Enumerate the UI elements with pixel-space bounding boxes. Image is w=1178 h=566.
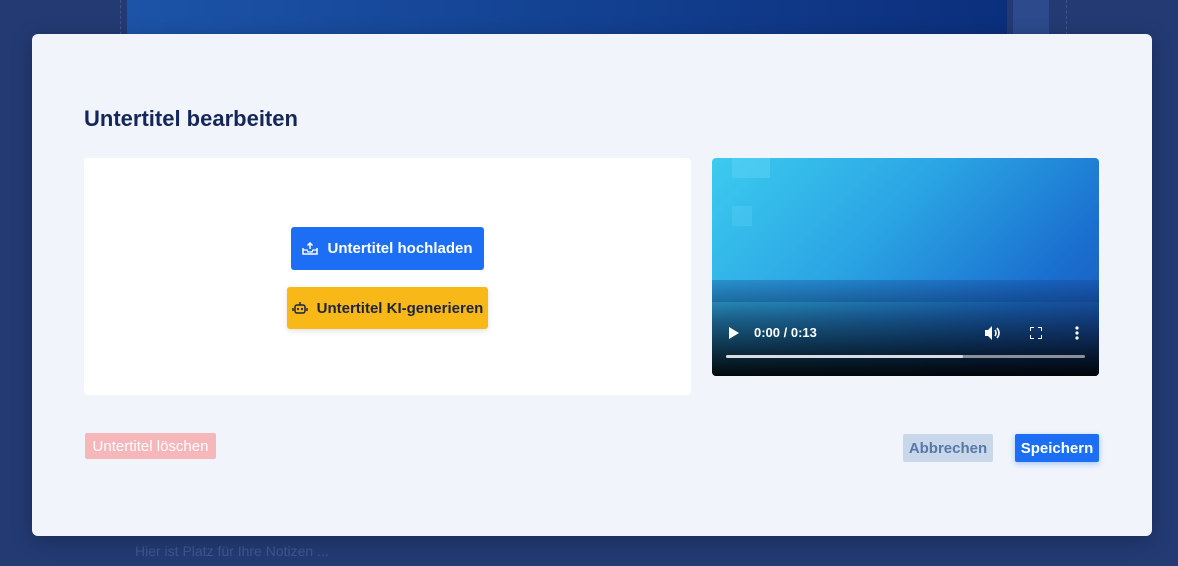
robot-icon <box>291 301 308 315</box>
upload-subtitle-button[interactable]: Untertitel hochladen <box>291 227 484 270</box>
subtitle-edit-modal: Untertitel bearbeiten Untertitel hochlad… <box>32 34 1152 536</box>
more-options-icon[interactable] <box>1070 324 1084 342</box>
play-button[interactable] <box>726 324 742 342</box>
ai-generate-subtitle-label: Untertitel KI-generieren <box>316 299 484 317</box>
modal-title: Untertitel bearbeiten <box>84 106 298 131</box>
video-buffered-bar <box>726 355 963 358</box>
upload-subtitle-label: Untertitel hochladen <box>327 240 473 257</box>
upload-tray-icon <box>302 241 319 256</box>
subtitle-upload-area: Untertitel hochladen Untertitel KI-gener… <box>84 158 691 395</box>
cancel-button[interactable]: Abbrechen <box>903 434 993 462</box>
ai-generate-subtitle-button[interactable]: Untertitel KI-generieren <box>287 287 488 329</box>
video-time-display: 0:00 / 0:13 <box>754 325 817 340</box>
video-frame-block <box>732 206 752 226</box>
background-notes-placeholder: Hier ist Platz für Ihre Notizen ... <box>135 543 329 559</box>
volume-icon[interactable] <box>984 324 1002 342</box>
delete-subtitle-button[interactable]: Untertitel löschen <box>85 433 216 459</box>
fullscreen-icon[interactable] <box>1028 324 1044 342</box>
video-player[interactable]: 0:00 / 0:13 <box>712 158 1099 376</box>
save-button[interactable]: Speichern <box>1015 434 1099 462</box>
video-progress-bar[interactable] <box>726 355 1085 358</box>
video-frame-block <box>732 158 770 178</box>
